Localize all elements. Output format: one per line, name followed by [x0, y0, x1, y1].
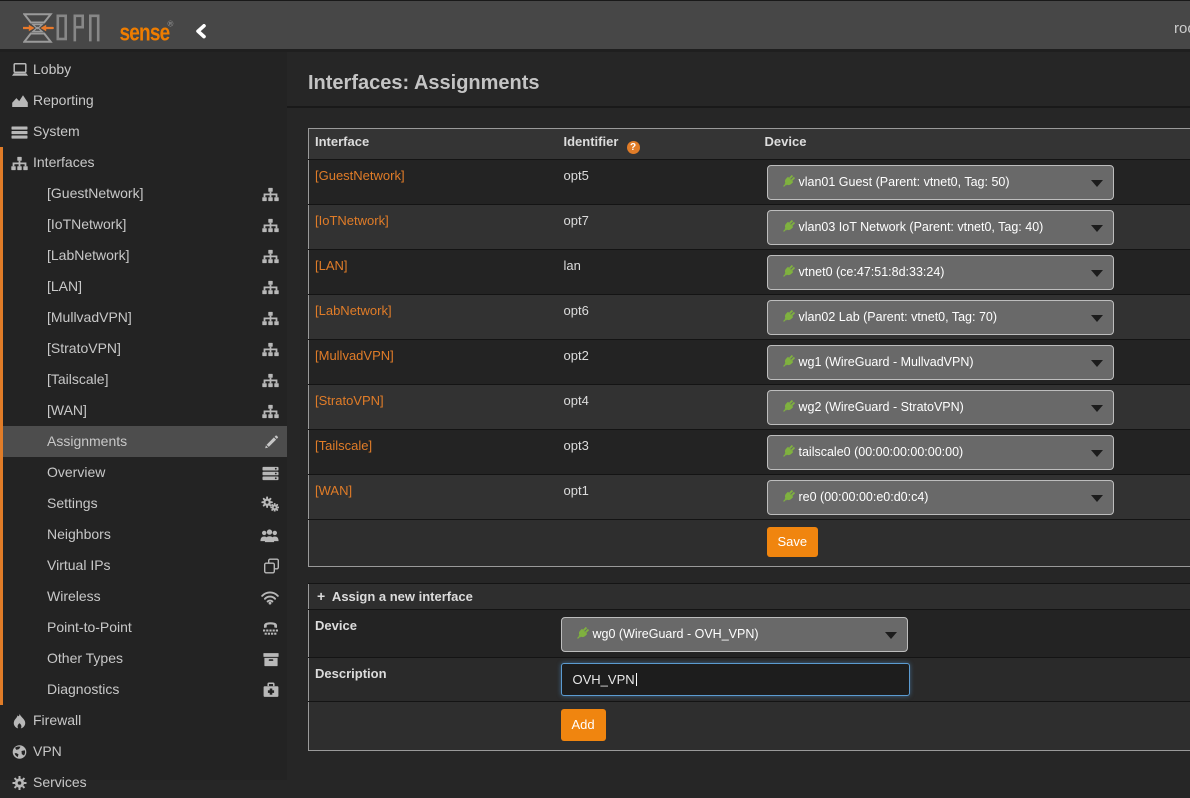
svg-text:sense: sense: [120, 18, 171, 44]
svg-text:®: ®: [168, 20, 174, 29]
